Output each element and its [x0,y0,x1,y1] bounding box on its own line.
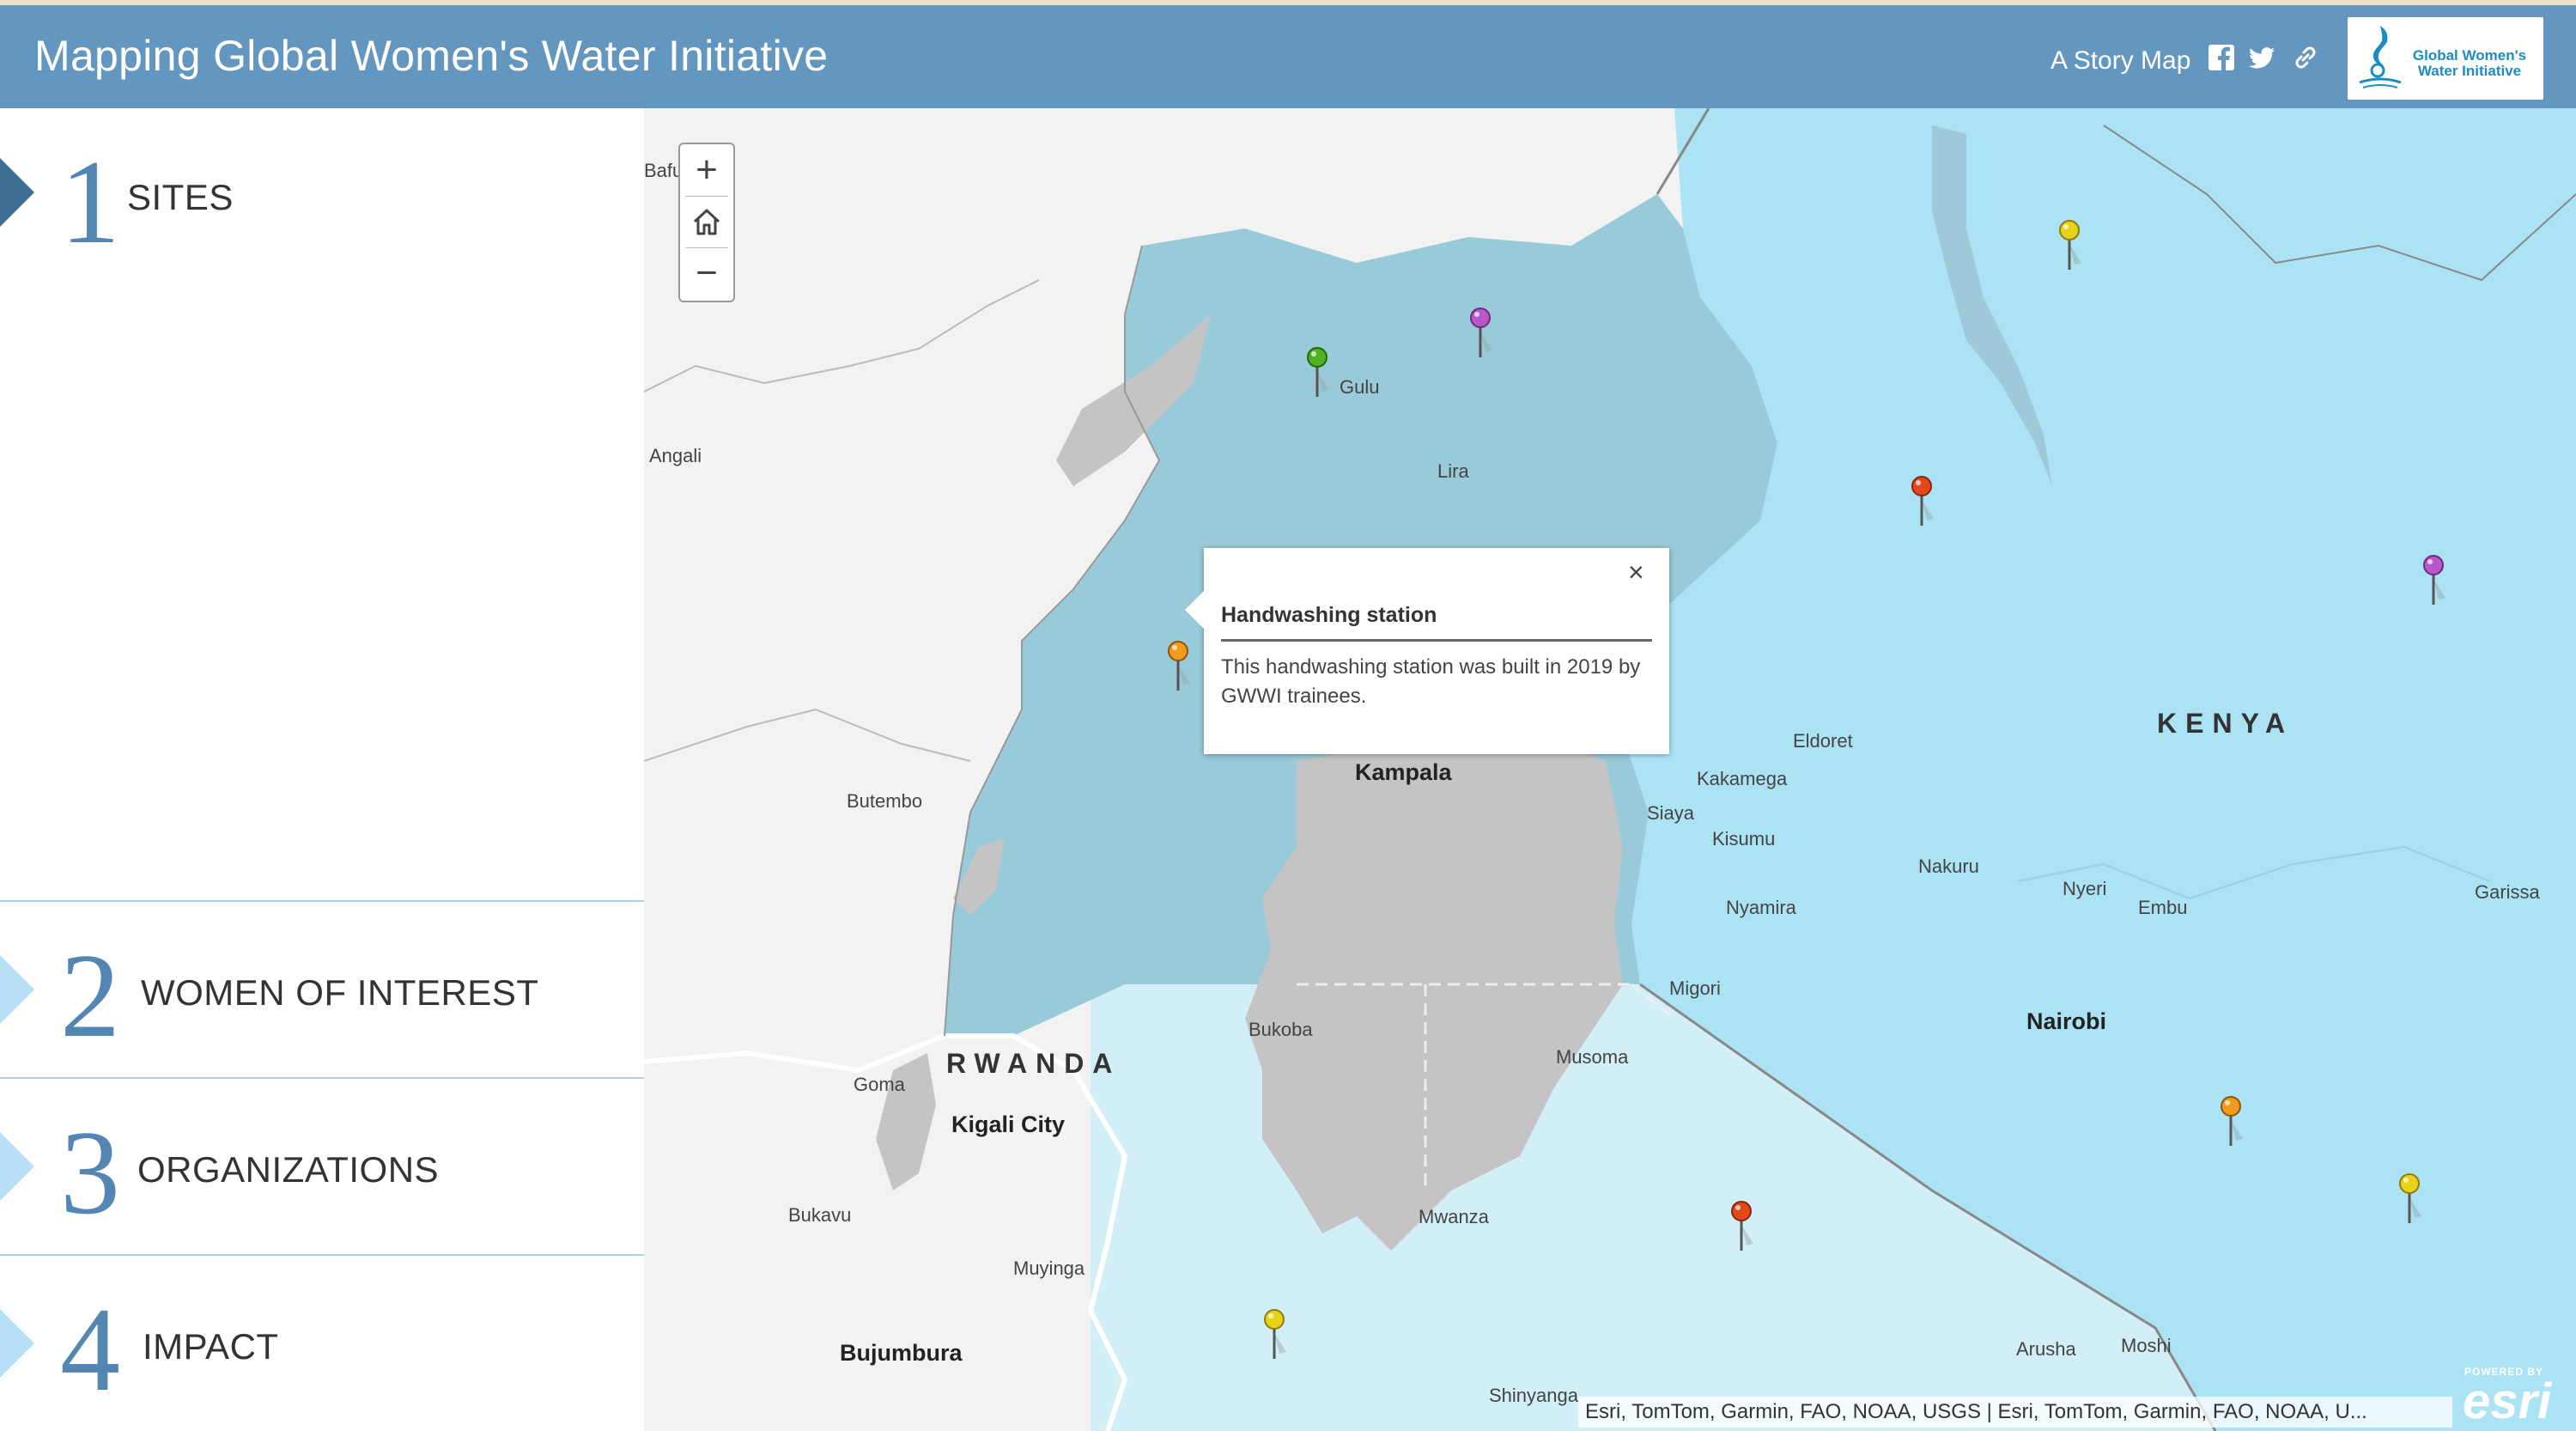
home-button[interactable] [680,196,733,247]
country-label: RWANDA [946,1048,1121,1079]
section-arrow-icon [0,1309,34,1378]
zoom-controls: + − [678,143,735,302]
feature-popup: × Handwashing station This handwashing s… [1185,548,1669,754]
twitter-icon[interactable] [2247,43,2276,72]
logo-text: Global Women's Water Initiative [2412,47,2527,79]
place-label: Mwanza [1419,1206,1489,1227]
place-label: Eldoret [1793,730,1853,752]
section-label: SITES [127,177,234,217]
place-label: Migori [1669,977,1721,999]
water-drop-logo-icon [2359,26,2402,88]
popup-pointer [1185,591,1204,629]
esri-wordmark: esri [2463,1373,2552,1429]
place-label: Angali [649,445,702,466]
place-label: Bujumbura [840,1340,963,1366]
story-map-tagline: A Story Map [2050,46,2191,75]
place-label: Kakamega [1697,768,1788,789]
facebook-icon[interactable] [2207,43,2236,72]
section-label: WOMEN OF INTEREST [141,972,539,1013]
popup-divider [1221,639,1652,642]
place-label: Kisumu [1712,828,1776,849]
place-label: Bafu [644,160,683,181]
place-label: Bukoba [1249,1019,1313,1040]
pin-red[interactable] [1905,474,1939,534]
pin-red[interactable] [1724,1199,1759,1259]
place-label: Musoma [1556,1046,1629,1068]
pin-purple[interactable] [1463,306,1498,366]
place-label: Butembo [847,790,923,812]
section-arrow-icon [0,1132,34,1201]
place-label: Shinyanga [1489,1385,1578,1406]
section-organizations[interactable]: 3 ORGANIZATIONS [0,1079,644,1256]
pin-purple[interactable] [2416,553,2451,613]
active-section-arrow-icon [0,158,34,227]
place-label: Goma [854,1074,905,1095]
close-icon[interactable]: × [1628,557,1644,588]
pin-yellow[interactable] [2392,1172,2427,1232]
pin-orange[interactable] [2214,1094,2248,1154]
place-label: Kampala [1355,759,1452,785]
place-label: Arusha [2016,1338,2076,1360]
place-label: Embu [2138,897,2188,918]
place-label: Garissa [2475,881,2540,903]
popup-title: Handwashing station [1221,603,1437,627]
section-number: 2 [60,929,120,1063]
section-impact[interactable]: 4 IMPACT [0,1256,644,1431]
place-label: Gulu [1340,376,1380,398]
section-number: 4 [60,1283,120,1416]
gwwi-logo[interactable]: Global Women's Water Initiative [2348,17,2543,100]
app-header: Mapping Global Women's Water Initiative … [0,5,2576,108]
home-icon [693,209,720,235]
section-label: IMPACT [143,1326,279,1367]
section-sites[interactable]: 1 SITES [0,108,644,902]
popup-body: This handwashing station was built in 20… [1221,655,1641,708]
page-title: Mapping Global Women's Water Initiative [34,32,829,80]
story-map-canvas[interactable]: Bafu Angali Gulu Lira Butembo Kampala El… [644,108,2576,1431]
basemap [644,108,2576,1431]
place-label: Siaya [1647,802,1695,824]
place-label: Nakuru [1918,856,1979,877]
place-label: Moshi [2121,1335,2172,1356]
section-label: ORGANIZATIONS [137,1149,440,1190]
section-women-of-interest[interactable]: 2 WOMEN OF INTEREST [0,902,644,1079]
section-arrow-icon [0,955,34,1024]
pin-orange[interactable] [1161,639,1195,699]
place-label: Lira [1437,460,1469,482]
map-attribution[interactable]: Esri, TomTom, Garmin, FAO, NOAA, USGS | … [1578,1397,2452,1428]
pin-yellow[interactable] [1257,1307,1291,1367]
esri-logo[interactable]: POWERED BY esri [2458,1362,2569,1429]
zoom-out-button[interactable]: − [680,247,733,299]
place-label: Muyinga [1013,1257,1085,1279]
story-sidebar: 1 SITES 2 WOMEN OF INTEREST 3 ORGANIZATI… [0,108,644,1431]
place-label: Nyeri [2063,878,2107,899]
link-icon[interactable] [2291,43,2320,72]
place-label: Bukavu [788,1204,852,1226]
section-number: 1 [60,136,120,269]
place-label: Nairobi [2026,1008,2107,1034]
pin-yellow[interactable] [2052,218,2087,278]
zoom-in-button[interactable]: + [680,144,733,196]
country-label: KENYA [2157,708,2294,739]
place-label: Kigali City [951,1111,1066,1137]
section-number: 3 [60,1106,120,1239]
pin-green[interactable] [1300,345,1334,405]
place-label: Nyamira [1726,897,1796,918]
